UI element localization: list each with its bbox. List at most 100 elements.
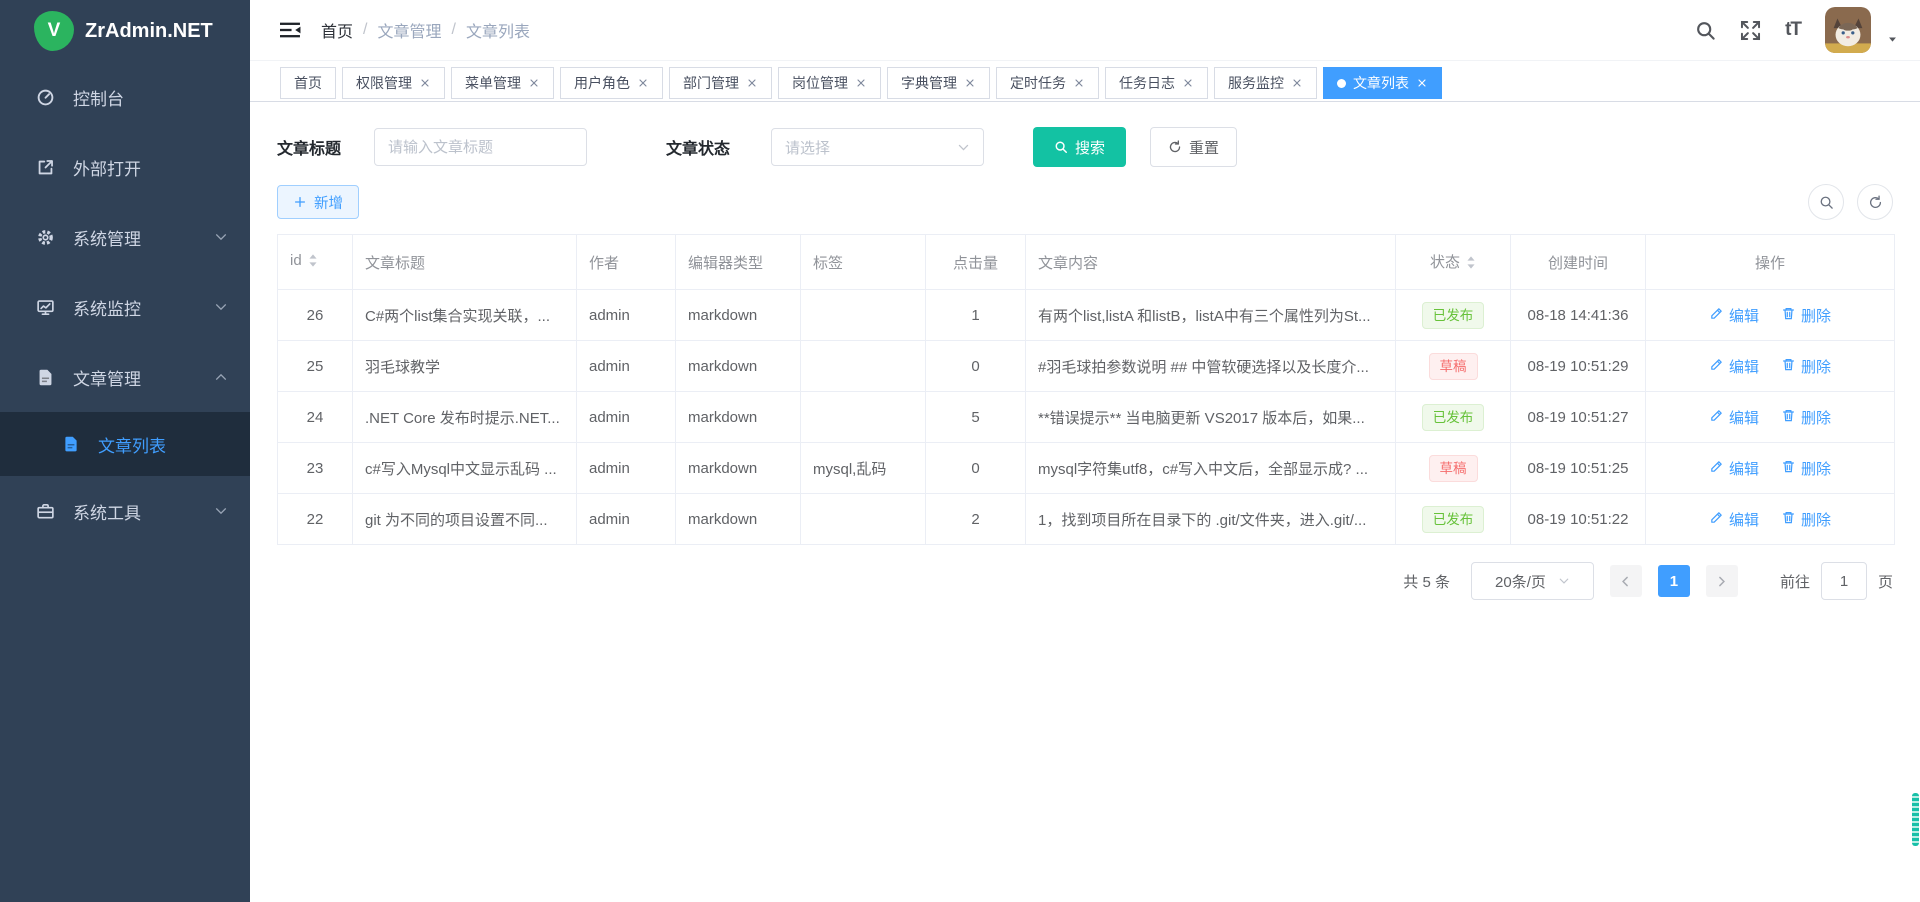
- cell-clicks: 5: [926, 392, 1026, 443]
- user-menu-caret-icon[interactable]: [1887, 32, 1898, 50]
- reset-button[interactable]: 重置: [1150, 127, 1237, 167]
- next-page-button[interactable]: [1706, 565, 1738, 597]
- cell-actions: 编辑 删除: [1646, 494, 1895, 545]
- dashboard-icon: [36, 88, 55, 107]
- refresh-table-icon[interactable]: [1857, 184, 1893, 220]
- tab-cron[interactable]: 定时任务: [996, 67, 1099, 99]
- avatar[interactable]: [1825, 7, 1871, 53]
- edit-button[interactable]: 编辑: [1709, 305, 1759, 326]
- sidebar-item-label: 文章列表: [98, 432, 250, 457]
- chevron-up-icon: [214, 370, 228, 384]
- cell-content: 1，找到项目所在目录下的 .git/文件夹，进入.git/...: [1026, 494, 1396, 545]
- delete-button[interactable]: 删除: [1781, 407, 1831, 428]
- sidebar-item-article-management[interactable]: 文章管理: [0, 342, 250, 412]
- document-icon: [62, 435, 80, 453]
- collapse-sidebar-icon[interactable]: [280, 20, 301, 40]
- cell-editor: markdown: [676, 392, 801, 443]
- sidebar-item-label: 系统工具: [73, 499, 214, 524]
- tab-post[interactable]: 岗位管理: [778, 67, 881, 99]
- tab-job-log[interactable]: 任务日志: [1105, 67, 1208, 99]
- delete-button[interactable]: 删除: [1781, 305, 1831, 326]
- tab-home[interactable]: 首页: [280, 67, 336, 99]
- status-badge: 草稿: [1429, 455, 1478, 482]
- add-button[interactable]: 新增: [277, 185, 359, 219]
- monitor-icon: [36, 298, 55, 317]
- tab-server-monitor[interactable]: 服务监控: [1214, 67, 1317, 99]
- cell-id: 22: [278, 494, 353, 545]
- tab-dict[interactable]: 字典管理: [887, 67, 990, 99]
- delete-button[interactable]: 删除: [1781, 356, 1831, 377]
- edit-button[interactable]: 编辑: [1709, 407, 1759, 428]
- close-icon[interactable]: [1182, 77, 1194, 89]
- page-scrollbar-thumb[interactable]: [1912, 793, 1919, 846]
- prev-page-button[interactable]: [1610, 565, 1642, 597]
- cell-actions: 编辑 删除: [1646, 392, 1895, 443]
- fullscreen-icon[interactable]: [1740, 20, 1761, 41]
- sidebar-item-system-monitor[interactable]: 系统监控: [0, 272, 250, 342]
- sidebar-item-article-list[interactable]: 文章列表: [0, 412, 250, 476]
- delete-button[interactable]: 删除: [1781, 509, 1831, 530]
- close-icon[interactable]: [1416, 77, 1428, 89]
- article-status-select[interactable]: 请选择: [771, 128, 984, 166]
- close-icon[interactable]: [1291, 77, 1303, 89]
- close-icon[interactable]: [528, 77, 540, 89]
- tab-permission[interactable]: 权限管理: [342, 67, 445, 99]
- close-icon[interactable]: [1073, 77, 1085, 89]
- logo[interactable]: V ZrAdmin.NET: [0, 0, 250, 62]
- cell-created: 08-18 14:41:36: [1511, 290, 1646, 341]
- table-row: 23c#写入Mysql中文显示乱码 ...adminmarkdownmysql,…: [278, 443, 1895, 494]
- close-icon[interactable]: [855, 77, 867, 89]
- goto-page-input[interactable]: [1821, 562, 1867, 600]
- delete-button[interactable]: 删除: [1781, 458, 1831, 479]
- article-title-input[interactable]: [374, 128, 587, 166]
- cell-status: 已发布: [1396, 392, 1511, 443]
- cell-editor: markdown: [676, 494, 801, 545]
- tab-dept[interactable]: 部门管理: [669, 67, 772, 99]
- sidebar-item-system-tools[interactable]: 系统工具: [0, 476, 250, 546]
- status-badge: 已发布: [1422, 404, 1485, 431]
- column-header-id[interactable]: id: [278, 235, 353, 290]
- page-number-button[interactable]: 1: [1658, 565, 1690, 597]
- page-size-select[interactable]: 20条/页: [1471, 562, 1594, 600]
- cell-author: admin: [577, 443, 676, 494]
- trash-icon: [1781, 408, 1796, 427]
- tab-article-list[interactable]: 文章列表: [1323, 67, 1442, 99]
- pencil-icon: [1709, 459, 1724, 478]
- sidebar-item-external-open[interactable]: 外部打开: [0, 132, 250, 202]
- tab-user-role[interactable]: 用户角色: [560, 67, 663, 99]
- sidebar-item-system-management[interactable]: 系统管理: [0, 202, 250, 272]
- cell-content: #羽毛球拍参数说明 ## 中管软硬选择以及长度介...: [1026, 341, 1396, 392]
- tab-menu[interactable]: 菜单管理: [451, 67, 554, 99]
- close-icon[interactable]: [746, 77, 758, 89]
- breadcrumb-separator: /: [363, 21, 367, 39]
- sidebar-item-label: 系统监控: [73, 295, 214, 320]
- column-header-created: 创建时间: [1511, 235, 1646, 290]
- sort-caret-icon[interactable]: [1466, 255, 1476, 274]
- cell-status: 草稿: [1396, 443, 1511, 494]
- cell-content: 有两个list,listA 和listB，listA中有三个属性列为St...: [1026, 290, 1396, 341]
- sort-caret-icon[interactable]: [308, 253, 318, 272]
- font-size-icon[interactable]: tT: [1785, 19, 1801, 41]
- close-icon[interactable]: [964, 77, 976, 89]
- search-button[interactable]: 搜索: [1033, 127, 1126, 167]
- edit-button[interactable]: 编辑: [1709, 356, 1759, 377]
- content: 文章标题 文章状态 请选择 搜索 重置: [250, 102, 1920, 902]
- breadcrumb-item[interactable]: 首页: [321, 18, 353, 42]
- sidebar-item-dashboard[interactable]: 控制台: [0, 62, 250, 132]
- close-icon[interactable]: [419, 77, 431, 89]
- edit-button[interactable]: 编辑: [1709, 509, 1759, 530]
- toggle-search-icon[interactable]: [1808, 184, 1844, 220]
- edit-button[interactable]: 编辑: [1709, 458, 1759, 479]
- cell-clicks: 1: [926, 290, 1026, 341]
- article-status-label: 文章状态: [666, 135, 771, 159]
- cell-actions: 编辑 删除: [1646, 341, 1895, 392]
- column-header-status[interactable]: 状态: [1396, 235, 1511, 290]
- filter-row: 文章标题 文章状态 请选择 搜索 重置: [277, 127, 1893, 167]
- close-icon[interactable]: [637, 77, 649, 89]
- cell-actions: 编辑 删除: [1646, 443, 1895, 494]
- goto-label: 前往: [1780, 571, 1810, 592]
- column-header-tag: 标签: [801, 235, 926, 290]
- tab-label: 首页: [294, 73, 322, 93]
- cell-status: 草稿: [1396, 341, 1511, 392]
- search-icon[interactable]: [1695, 20, 1716, 41]
